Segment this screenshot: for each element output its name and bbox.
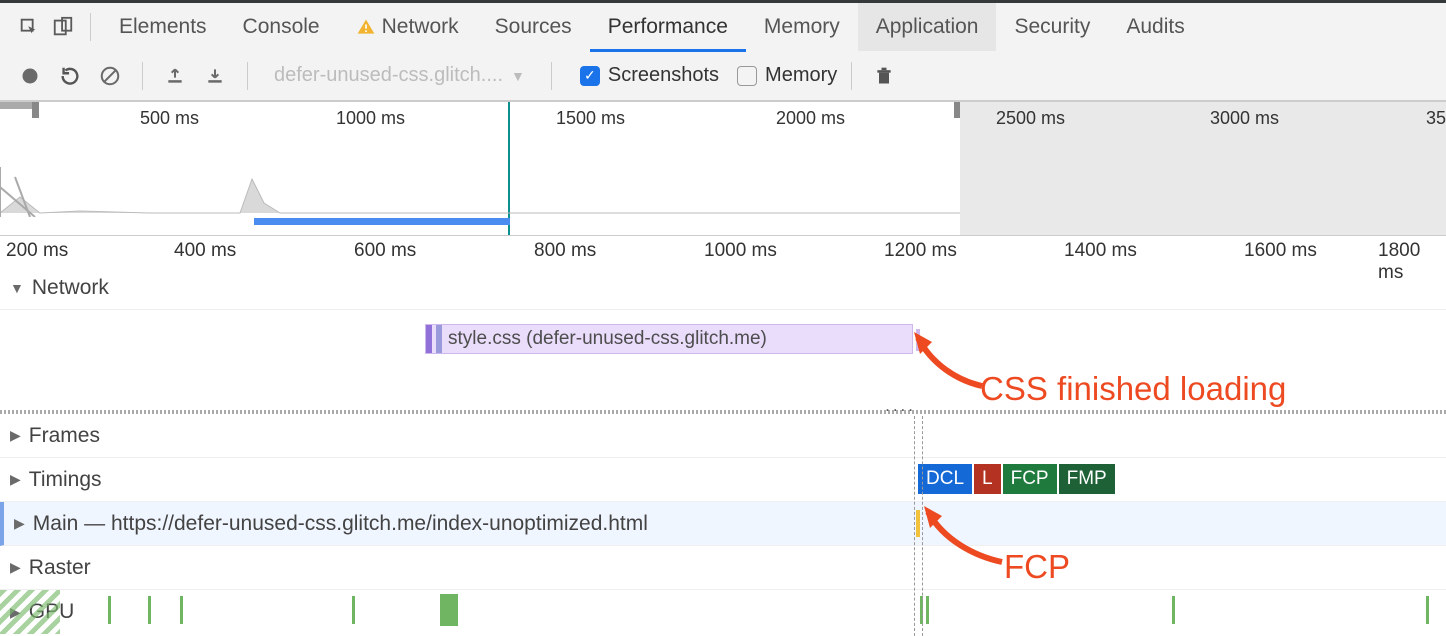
chip-fcp[interactable]: FCP — [1003, 464, 1057, 494]
tab-performance[interactable]: Performance — [590, 3, 746, 51]
garbage-collect-button[interactable] — [866, 58, 902, 94]
overview-tick: 2500 ms — [996, 108, 1065, 129]
tab-sources[interactable]: Sources — [477, 3, 590, 51]
tab-security[interactable]: Security — [996, 3, 1108, 51]
network-request-bar[interactable]: style.css (defer-unused-css.glitch.me) — [425, 324, 913, 354]
ruler-tick: 400 ms — [174, 240, 236, 262]
main-label: Main — https://defer-unused-css.glitch.m… — [33, 512, 648, 536]
tab-console[interactable]: Console — [225, 3, 338, 51]
annotation-arrow-icon — [916, 336, 986, 396]
chip-dcl[interactable]: DCL — [918, 464, 972, 494]
overview-tick: 35 — [1426, 108, 1446, 129]
collapse-triangle-icon: ▼ — [10, 280, 24, 296]
screenshots-checkbox[interactable]: ✓ Screenshots — [580, 64, 719, 87]
devtools-tab-bar: Elements Console Network Sources Perform… — [0, 3, 1446, 51]
network-section-label: Network — [32, 276, 109, 300]
expand-triangle-icon: ▶ — [10, 427, 21, 444]
device-toggle-icon[interactable] — [46, 10, 80, 44]
recording-selector[interactable]: defer-unused-css.glitch.... ▼ — [262, 64, 537, 87]
timing-chips: DCL L FCP FMP — [918, 464, 1115, 494]
overview-tick: 3000 ms — [1210, 108, 1279, 129]
ruler-tick: 1400 ms — [1064, 240, 1137, 262]
overview-tick: 1000 ms — [336, 108, 405, 129]
tab-application[interactable]: Application — [858, 3, 997, 51]
clear-button[interactable] — [92, 58, 128, 94]
tab-network-label: Network — [382, 15, 459, 39]
overview-handle-left[interactable] — [32, 102, 39, 118]
memory-label: Memory — [765, 64, 837, 87]
checkbox-empty-icon — [737, 66, 757, 86]
raster-row[interactable]: ▶ Raster — [0, 546, 1446, 590]
detail-ruler[interactable]: 200 ms 400 ms 600 ms 800 ms 1000 ms 1200… — [0, 236, 1446, 266]
recording-name: defer-unused-css.glitch.... — [274, 64, 503, 87]
network-request-label: style.css (defer-unused-css.glitch.me) — [448, 328, 767, 350]
timings-row[interactable]: ▶ Timings DCL L FCP FMP — [0, 458, 1446, 502]
ruler-tick: 1800 ms — [1378, 240, 1446, 284]
expand-triangle-icon: ▶ — [10, 559, 21, 576]
check-icon: ✓ — [580, 66, 600, 86]
ruler-tick: 800 ms — [534, 240, 596, 262]
timings-label: Timings — [29, 468, 102, 492]
memory-checkbox[interactable]: Memory — [737, 64, 837, 87]
inspect-icon[interactable] — [12, 10, 46, 44]
expand-triangle-icon: ▶ — [14, 515, 25, 532]
ruler-tick: 1000 ms — [704, 240, 777, 262]
main-thread-row[interactable]: ▶ Main — https://defer-unused-css.glitch… — [0, 502, 1446, 546]
gpu-row[interactable]: ▶ GPU — [0, 590, 1446, 634]
save-profile-button[interactable] — [197, 58, 233, 94]
chevron-down-icon: ▼ — [511, 68, 525, 84]
reload-record-button[interactable] — [52, 58, 88, 94]
raster-label: Raster — [29, 556, 91, 580]
record-button[interactable] — [12, 58, 48, 94]
annotation-fcp: FCP — [1004, 548, 1070, 586]
network-section-header[interactable]: ▼ Network — [0, 266, 1446, 310]
ruler-tick: 1600 ms — [1244, 240, 1317, 262]
performance-toolbar: defer-unused-css.glitch.... ▼ ✓ Screensh… — [0, 51, 1446, 101]
overview-timeline[interactable]: 500 ms 1000 ms 1500 ms 2000 ms 2500 ms 3… — [0, 102, 1446, 236]
overview-cpu-chart — [0, 167, 960, 217]
overview-tick: 500 ms — [140, 108, 199, 129]
ruler-tick: 600 ms — [354, 240, 416, 262]
drag-dots-icon: .... — [885, 396, 916, 416]
chip-l[interactable]: L — [974, 464, 1001, 494]
chip-fmp[interactable]: FMP — [1059, 464, 1115, 494]
screenshots-label: Screenshots — [608, 64, 719, 87]
annotation-arrow-icon — [926, 510, 1006, 572]
tab-memory[interactable]: Memory — [746, 3, 858, 51]
ruler-tick: 1200 ms — [884, 240, 957, 262]
ruler-tick: 200 ms — [6, 240, 68, 262]
expand-triangle-icon: ▶ — [10, 471, 21, 488]
frames-row[interactable]: ▶ Frames — [0, 414, 1446, 458]
overview-tick: 2000 ms — [776, 108, 845, 129]
tab-network[interactable]: Network — [338, 3, 477, 51]
tab-audits[interactable]: Audits — [1108, 3, 1202, 51]
overview-tick: 1500 ms — [556, 108, 625, 129]
annotation-css-loaded: CSS finished loading — [980, 370, 1286, 408]
tab-elements[interactable]: Elements — [101, 3, 225, 51]
load-profile-button[interactable] — [157, 58, 193, 94]
frames-label: Frames — [29, 424, 100, 448]
